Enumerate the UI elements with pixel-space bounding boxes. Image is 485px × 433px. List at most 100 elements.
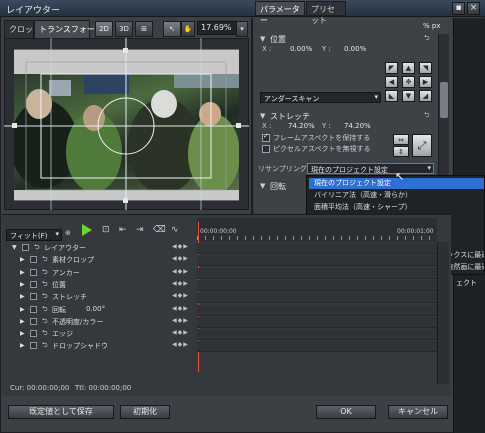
keyframe-track[interactable] bbox=[197, 268, 437, 279]
layer-enable-checkbox[interactable] bbox=[30, 342, 37, 349]
reset-icon[interactable]: ⮌ bbox=[42, 341, 48, 352]
expand-icon[interactable]: ▶ bbox=[20, 256, 25, 263]
stretch-x-value[interactable]: 74.20% bbox=[288, 122, 315, 130]
zoom-dropdown-icon[interactable]: ▾ bbox=[236, 21, 248, 37]
resampling-dropdown[interactable]: 現在のプロジェクト設定 ▾ bbox=[307, 163, 434, 174]
reset-icon[interactable]: ⮌ bbox=[42, 329, 48, 340]
curve-icon[interactable]: ∿ bbox=[171, 225, 179, 235]
close-button[interactable]: × bbox=[467, 2, 480, 15]
view-2d-button[interactable]: 2D bbox=[95, 21, 113, 37]
prev-keyframe-icon[interactable]: ⇤ bbox=[119, 225, 127, 235]
layer-row[interactable]: ▶ ⮌ ストレッチ ◀◆▶ bbox=[6, 292, 196, 303]
expand-icon[interactable]: ▼ bbox=[12, 244, 17, 251]
keyframe-nav-icon[interactable]: ◀◆▶ bbox=[172, 280, 189, 287]
layer-row[interactable]: ▼ ⮌ レイアウター ◀◆▶ bbox=[6, 243, 196, 254]
fit-dropdown[interactable]: フィット(F) ▾ bbox=[6, 229, 62, 241]
layer-enable-checkbox[interactable] bbox=[30, 306, 37, 313]
expand-icon[interactable]: ▶ bbox=[20, 293, 25, 300]
ignore-pixel-aspect-checkbox[interactable] bbox=[262, 145, 270, 153]
keyframe-track[interactable] bbox=[197, 305, 437, 316]
layer-enable-checkbox[interactable] bbox=[30, 281, 37, 288]
nudge-right-button[interactable]: ▶ bbox=[419, 76, 432, 88]
nudge-down-button[interactable]: ▼ bbox=[402, 90, 415, 102]
delete-keyframe-icon[interactable]: ⌫ bbox=[153, 225, 166, 235]
expand-icon[interactable]: ▶ bbox=[20, 330, 25, 337]
reset-icon[interactable]: ⮌ bbox=[42, 280, 48, 291]
expand-icon[interactable]: ▶ bbox=[20, 269, 25, 276]
next-keyframe-icon[interactable]: ⇥ bbox=[136, 225, 144, 235]
keyframe-track[interactable] bbox=[197, 292, 437, 303]
keep-aspect-checkbox[interactable] bbox=[262, 132, 270, 142]
stretch-collapse-icon[interactable]: ▼ bbox=[260, 112, 265, 120]
layer-enable-checkbox[interactable] bbox=[22, 244, 29, 251]
keyframe-nav-icon[interactable]: ◀◆▶ bbox=[172, 292, 189, 299]
layer-enable-checkbox[interactable] bbox=[30, 293, 37, 300]
expand-icon[interactable]: ▶ bbox=[20, 342, 25, 349]
expand-icon[interactable]: ▶ bbox=[20, 281, 25, 288]
layer-row[interactable]: ▶ ⮌ ドロップシャドウ ◀◆▶ bbox=[6, 341, 196, 352]
position-x-value[interactable]: 0.00% bbox=[290, 45, 312, 53]
nudge-up-left-button[interactable]: ◤ bbox=[385, 62, 398, 74]
stretch-reset-icon[interactable]: ⮌ bbox=[424, 111, 430, 122]
nudge-up-right-button[interactable]: ◥ bbox=[419, 62, 432, 74]
center-button[interactable]: ✥ bbox=[402, 76, 415, 88]
grid-view-button[interactable]: ⊞ bbox=[135, 21, 153, 37]
keyframe-nav-icon[interactable]: ◀◆▶ bbox=[172, 305, 189, 312]
tab-crop[interactable]: クロップ bbox=[4, 20, 41, 38]
nudge-up-button[interactable]: ▲ bbox=[402, 62, 415, 74]
keyframe-nav-icon[interactable]: ◀◆▶ bbox=[172, 255, 189, 262]
keyframe-track[interactable] bbox=[197, 280, 437, 291]
layer-row[interactable]: ▶ ⮌ 回転 0.00° ◀◆▶ bbox=[6, 305, 196, 316]
fit-vertical-icon[interactable]: ⇕ bbox=[393, 146, 409, 157]
nudge-left-button[interactable]: ◀ bbox=[385, 76, 398, 88]
keyframe-nav-icon[interactable]: ◀◆▶ bbox=[172, 341, 189, 348]
unit-toggle[interactable]: % px bbox=[423, 22, 440, 30]
timeline-scrollbar[interactable] bbox=[437, 242, 449, 384]
keyframe-track[interactable] bbox=[197, 341, 437, 352]
layer-row[interactable]: ▶ ⮌ 素材クロップ ◀◆▶ bbox=[6, 255, 196, 266]
reset-icon[interactable]: ⮌ bbox=[42, 292, 48, 303]
position-collapse-icon[interactable]: ▼ bbox=[260, 35, 265, 43]
keyframe-track[interactable] bbox=[197, 329, 437, 340]
keyframe-nav-icon[interactable]: ◀◆▶ bbox=[172, 329, 189, 336]
ok-button[interactable]: OK bbox=[316, 405, 376, 419]
keyframe-track[interactable] bbox=[197, 243, 437, 254]
expand-icon[interactable]: ▶ bbox=[20, 318, 25, 325]
pointer-tool-icon[interactable]: ↖ bbox=[163, 21, 181, 37]
layer-enable-checkbox[interactable] bbox=[30, 330, 37, 337]
reset-icon[interactable]: ⮌ bbox=[42, 317, 48, 328]
reset-icon[interactable]: ⮌ bbox=[42, 305, 48, 316]
layer-row[interactable]: ▶ ⮌ エッジ ◀◆▶ bbox=[6, 329, 196, 340]
underscan-dropdown[interactable]: アンダースキャン ▾ bbox=[260, 92, 381, 103]
keyframe-track[interactable] bbox=[197, 317, 437, 328]
keyframe-nav-icon[interactable]: ◀◆▶ bbox=[172, 317, 189, 324]
tab-preset[interactable]: プリセット bbox=[306, 1, 346, 25]
resampling-option[interactable]: バイリニア法（高速・滑らか） bbox=[309, 190, 484, 201]
view-3d-button[interactable]: 3D bbox=[115, 21, 133, 37]
zoom-in-icon[interactable]: ⊕ bbox=[65, 229, 71, 237]
position-y-value[interactable]: 0.00% bbox=[344, 45, 366, 53]
layer-enable-checkbox[interactable] bbox=[30, 256, 37, 263]
add-keyframe-icon[interactable]: ⊡ bbox=[102, 225, 110, 235]
tab-parameter[interactable]: パラメーター bbox=[255, 1, 305, 25]
nudge-down-left-button[interactable]: ◣ bbox=[385, 90, 398, 102]
layer-row[interactable]: ▶ ⮌ 位置 ◀◆▶ bbox=[6, 280, 196, 291]
transform-overlay[interactable] bbox=[4, 38, 249, 210]
reset-icon[interactable]: ⮌ bbox=[42, 268, 48, 279]
reset-icon[interactable]: ⮌ bbox=[42, 255, 48, 266]
save-default-button[interactable]: 既定値として保存 bbox=[8, 405, 114, 419]
layer-row[interactable]: ▶ ⮌ 不透明度/カラー ◀◆▶ bbox=[6, 317, 196, 328]
nudge-down-right-button[interactable]: ◢ bbox=[419, 90, 432, 102]
reset-icon[interactable]: ⮌ bbox=[34, 243, 40, 254]
swap-aspect-icon[interactable]: ⇔ bbox=[393, 134, 409, 145]
reset-button[interactable]: 初期化 bbox=[120, 405, 170, 419]
pin-button[interactable]: ▪ bbox=[452, 2, 465, 15]
expand-icon[interactable]: ▶ bbox=[20, 306, 25, 313]
cancel-button[interactable]: キャンセル bbox=[388, 405, 448, 419]
position-reset-icon[interactable]: ⮌ bbox=[424, 34, 430, 45]
panel-splitter[interactable] bbox=[251, 18, 253, 214]
layer-row[interactable]: ▶ ⮌ アンカー ◀◆▶ bbox=[6, 268, 196, 279]
timeline-ruler[interactable]: 00:00:00;00 00:00:01;00 bbox=[197, 218, 437, 242]
hand-tool-icon[interactable]: ✋ bbox=[181, 21, 195, 37]
keyframe-nav-icon[interactable]: ◀◆▶ bbox=[172, 243, 189, 250]
